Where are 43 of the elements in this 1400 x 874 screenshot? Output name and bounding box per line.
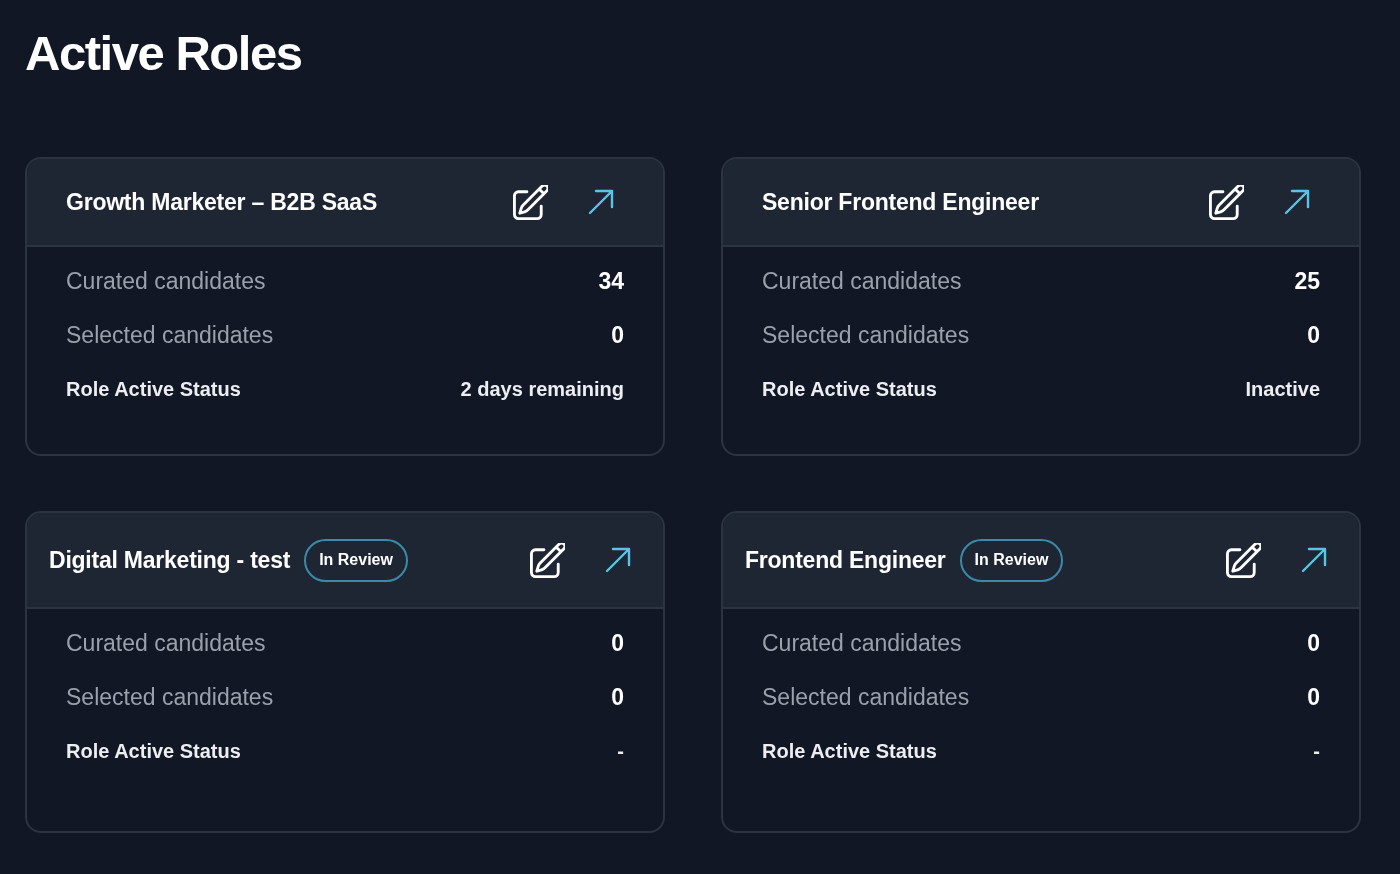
stat-label: Selected candidates <box>66 682 274 712</box>
status-value: Inactive <box>1245 377 1320 402</box>
edit-button[interactable] <box>1226 542 1261 578</box>
status-value: - <box>1313 739 1320 764</box>
role-title: Growth Marketer – B2B SaaS <box>66 188 378 217</box>
stat-label: Curated candidates <box>66 628 266 658</box>
status-label: Role Active Status <box>762 377 937 402</box>
open-button[interactable] <box>605 547 631 573</box>
open-button[interactable] <box>1301 547 1327 573</box>
status-value: - <box>617 739 624 764</box>
arrow-up-right-icon <box>605 547 631 573</box>
role-title: Frontend Engineer <box>745 546 946 575</box>
stat-value: 0 <box>1307 682 1320 712</box>
status-label: Role Active Status <box>762 739 937 764</box>
stat-value: 0 <box>611 682 624 712</box>
status-label: Role Active Status <box>66 739 241 764</box>
status-label: Role Active Status <box>66 377 241 402</box>
edit-button[interactable] <box>1209 184 1244 220</box>
stat-value: 0 <box>611 320 624 350</box>
stat-label: Selected candidates <box>762 320 970 350</box>
stat-label: Curated candidates <box>762 266 962 296</box>
stat-value: 34 <box>598 266 624 296</box>
stat-value: 0 <box>1307 628 1320 658</box>
role-title: Senior Frontend Engineer <box>762 188 1039 217</box>
open-button[interactable] <box>1284 189 1310 215</box>
status-value: 2 days remaining <box>460 377 624 402</box>
role-title: Digital Marketing - test <box>49 546 291 575</box>
stat-value: 0 <box>611 628 624 658</box>
edit-button[interactable] <box>513 184 548 220</box>
status-badge: In Review <box>959 538 1064 582</box>
stat-label: Curated candidates <box>66 266 266 296</box>
status-badge: In Review <box>304 538 408 582</box>
stat-label: Selected candidates <box>762 682 970 712</box>
arrow-up-right-icon <box>1284 189 1310 215</box>
arrow-up-right-icon <box>588 189 614 215</box>
edit-button[interactable] <box>530 542 565 578</box>
open-button[interactable] <box>588 189 614 215</box>
stat-value: 0 <box>1307 320 1320 350</box>
stat-value: 25 <box>1294 266 1320 296</box>
arrow-up-right-icon <box>1301 547 1327 573</box>
stat-label: Selected candidates <box>66 320 274 350</box>
page-title: Active Roles <box>25 25 302 82</box>
stat-label: Curated candidates <box>762 628 962 658</box>
